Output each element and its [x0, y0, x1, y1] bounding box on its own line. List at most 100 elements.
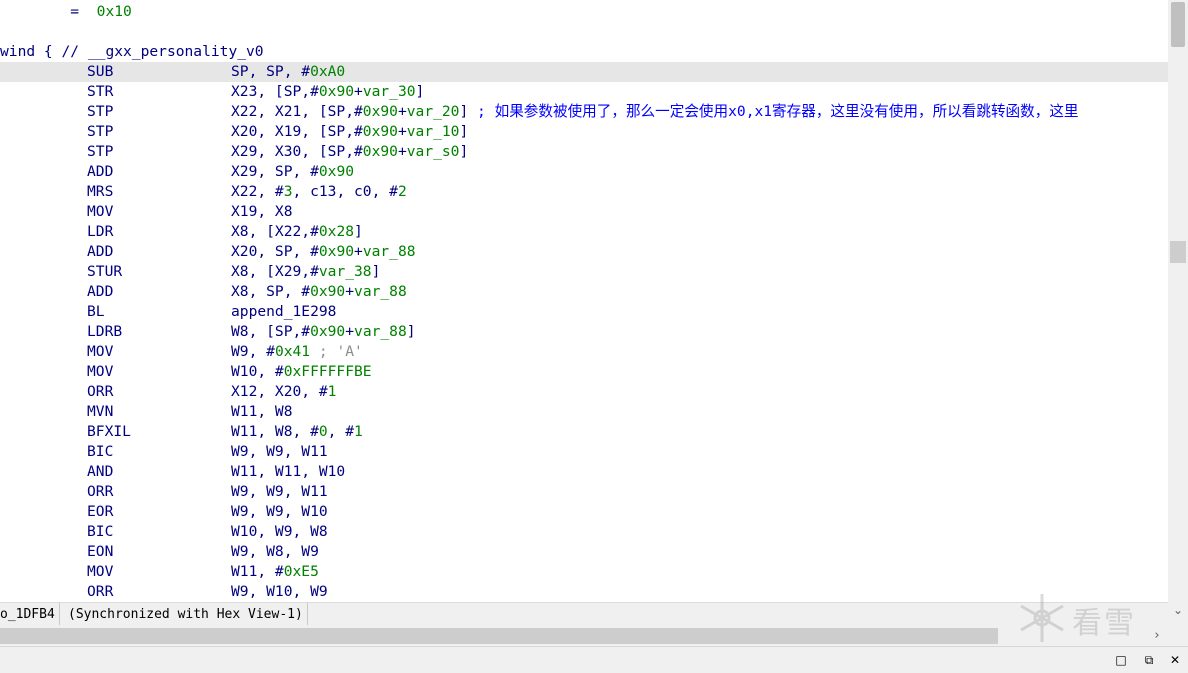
scroll-down-icon[interactable]: ⌄ [1172, 602, 1184, 618]
sync-status: (Synchronized with Hex View-1) [66, 603, 308, 625]
instruction-operands: X23, [SP,#0x90+var_30] [231, 82, 424, 102]
operand-token: X19, X8 [231, 203, 293, 220]
listing-line[interactable]: ORR W9, W9, W11 [0, 482, 1168, 502]
instruction-mnemonic: SUB [87, 63, 114, 80]
instruction-mnemonic: ADD [87, 163, 114, 180]
operand-token: W11, W11, W10 [231, 463, 346, 480]
listing-line[interactable]: LDRB W8, [SP,#0x90+var_88] [0, 322, 1168, 342]
listing-line[interactable]: = 0x10 [0, 2, 1168, 22]
operand-token: + [345, 323, 355, 340]
operand-token: var_88 [354, 283, 407, 300]
vertical-scrollbar[interactable]: ⌄ [1168, 0, 1188, 626]
disassembly-listing[interactable]: = 0x10 wind { // __gxx_personality_v0 SUB S… [0, 0, 1168, 602]
operand-token: 0x90 [310, 283, 346, 300]
operand-token: ] [459, 103, 478, 120]
instruction-comment: ; 'A' [310, 343, 363, 360]
operand-token: X8, SP, # [231, 283, 311, 300]
listing-line[interactable]: BL append_1E298 [0, 302, 1168, 322]
operand-token: var_20 [406, 103, 460, 120]
instruction-operands: W10, #0xFFFFFFBE [231, 362, 372, 382]
instruction-mnemonic: MRS [87, 183, 114, 200]
operand-token: W10, W9, W8 [231, 523, 328, 540]
listing-line[interactable]: wind { // __gxx_personality_v0 [0, 42, 1168, 62]
listing-line[interactable]: LDR X8, [X22,#0x28] [0, 222, 1168, 242]
listing-text: wind { // [0, 43, 88, 60]
operand-token: 0x90 [362, 123, 398, 140]
listing-line[interactable]: ADD X29, SP, #0x90 [0, 162, 1168, 182]
operand-token: X22, X21, [SP,# [231, 103, 363, 120]
instruction-operands: W9, W10, W9 [231, 582, 328, 602]
instruction-mnemonic: LDRB [87, 323, 123, 340]
operand-token: 1 [327, 383, 337, 400]
instruction-mnemonic: STR [87, 83, 114, 100]
instruction-operands: X20, X19, [SP,#0x90+var_10] [231, 122, 468, 142]
listing-line[interactable] [0, 22, 1168, 42]
listing-line[interactable]: STP X22, X21, [SP,#0x90+var_20] ; 如果参数被使用… [0, 102, 1168, 122]
listing-line[interactable]: STUR X8, [X29,#var_38] [0, 262, 1168, 282]
instruction-operands: X22, #3, c13, c0, #2 [231, 182, 407, 202]
listing-line[interactable]: ADD X8, SP, #0x90+var_88 [0, 282, 1168, 302]
operand-token: X8, [X22,# [231, 223, 319, 240]
instruction-mnemonic: EOR [87, 503, 114, 520]
instruction-mnemonic: BIC [87, 443, 114, 460]
listing-line[interactable]: STP X29, X30, [SP,#0x90+var_s0] [0, 142, 1168, 162]
operand-token: 0x90 [310, 323, 346, 340]
listing-line[interactable]: MOV W11, #0xE5 [0, 562, 1168, 582]
instruction-mnemonic: ADD [87, 243, 114, 260]
listing-line[interactable]: MVN W11, W8 [0, 402, 1168, 422]
operand-token: W9, W9, W11 [231, 483, 328, 500]
operand-token: 0xA0 [310, 63, 346, 80]
operand-token: X23, [SP,# [231, 83, 319, 100]
listing-line[interactable]: EOR W9, W9, W10 [0, 502, 1168, 522]
listing-text: __gxx_personality_v0 [87, 43, 264, 60]
operand-token: 0x90 [318, 163, 355, 180]
listing-line[interactable]: BIC W9, W9, W11 [0, 442, 1168, 462]
operand-token: var_38 [318, 263, 372, 280]
instruction-mnemonic: STP [87, 123, 114, 140]
listing-line[interactable]: AND W11, W11, W10 [0, 462, 1168, 482]
operand-token: X20, SP, # [231, 243, 319, 260]
vertical-scroll-thumb[interactable] [1171, 2, 1185, 47]
restore-icon[interactable]: ⧉ [1140, 652, 1158, 668]
horizontal-scrollbar[interactable]: › [0, 626, 1168, 646]
listing-line[interactable]: STR X23, [SP,#0x90+var_30] [0, 82, 1168, 102]
scrollbar-corner [1168, 626, 1188, 646]
listing-line[interactable]: EON W9, W8, W9 [0, 542, 1168, 562]
listing-line[interactable]: MOV W9, #0x41 ; 'A' [0, 342, 1168, 362]
operand-token: W9, W9, W11 [231, 443, 328, 460]
instruction-mnemonic: ORR [87, 383, 114, 400]
listing-line[interactable]: ORR X12, X20, #1 [0, 382, 1168, 402]
horizontal-scroll-thumb[interactable] [0, 628, 998, 644]
listing-line[interactable]: ADD X20, SP, #0x90+var_88 [0, 242, 1168, 262]
listing-line[interactable]: MOV X19, X8 [0, 202, 1168, 222]
operand-token: + [397, 143, 407, 160]
instruction-operands: X12, X20, #1 [231, 382, 336, 402]
instruction-operands: SP, SP, #0xA0 [231, 62, 345, 82]
maximize-icon[interactable]: □ [1112, 652, 1130, 668]
operand-token: 0x90 [362, 143, 398, 160]
close-icon[interactable]: ✕ [1166, 652, 1184, 668]
listing-line[interactable]: MRS X22, #3, c13, c0, #2 [0, 182, 1168, 202]
instruction-mnemonic: ADD [87, 283, 114, 300]
listing-line[interactable]: ORR W9, W10, W9 [0, 582, 1168, 602]
operand-token: 0x90 [318, 243, 355, 260]
listing-line[interactable]: SUB SP, SP, #0xA0 [0, 62, 1168, 82]
listing-line[interactable]: STP X20, X19, [SP,#0x90+var_10] [0, 122, 1168, 142]
operand-token: var_s0 [406, 143, 460, 160]
operand-token: , # [327, 423, 355, 440]
operand-token: ] [459, 123, 469, 140]
instruction-mnemonic: MOV [87, 343, 114, 360]
vertical-scroll-position-marker[interactable] [1170, 241, 1186, 263]
scroll-right-icon[interactable]: › [1150, 628, 1164, 644]
operand-token: var_88 [354, 323, 407, 340]
instruction-mnemonic: MOV [87, 563, 114, 580]
listing-line[interactable]: BFXIL W11, W8, #0, #1 [0, 422, 1168, 442]
operand-token: X29, X30, [SP,# [231, 143, 363, 160]
operand-token: , c13, c0, # [292, 183, 398, 200]
listing-line[interactable]: MOV W10, #0xFFFFFFBE [0, 362, 1168, 382]
listing-line[interactable]: BIC W10, W9, W8 [0, 522, 1168, 542]
operand-token: 0 [318, 423, 328, 440]
instruction-operands: W9, W8, W9 [231, 542, 319, 562]
operand-token: ] [406, 323, 416, 340]
instruction-comment: ; 如果参数被使用了，那么一定会使用x0,x1寄存器，这里没有使用，所以看跳转函… [477, 103, 1079, 120]
